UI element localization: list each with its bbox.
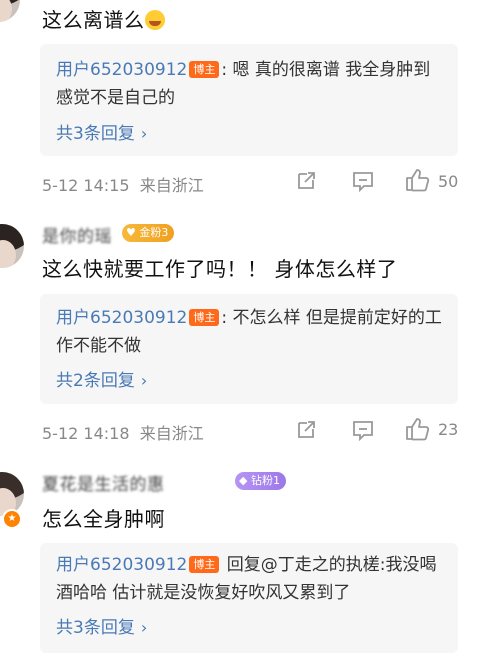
verified-badge-icon: ★ (2, 509, 22, 529)
reply-username[interactable]: 用户652030912 (56, 60, 187, 80)
fan-badge-label: 钻粉1 (250, 474, 280, 487)
comment-date: 5-12 14:15 (42, 176, 130, 195)
comment-text: 这么离谱么 (42, 4, 165, 33)
like-count: 50 (438, 172, 459, 191)
fan-badge: ◆ 钻粉1 (235, 472, 286, 490)
reply-username[interactable]: 用户652030912 (56, 308, 187, 328)
chevron-right-icon: › (140, 618, 148, 637)
view-replies-link[interactable]: 共3条回复 › (56, 613, 147, 638)
avatar[interactable] (0, 0, 20, 22)
reply-box[interactable]: 用户652030912 博主 回复@丁走之的执槎:我没喝酒哈哈 估计就是没恢复好吹… (40, 543, 458, 653)
blogger-tag: 博主 (189, 309, 220, 326)
reply-text: 用户652030912 博主: 不怎么样 但是提前定好的工作不能不做 (56, 304, 446, 360)
share-icon[interactable] (295, 170, 317, 192)
reply-box[interactable]: 用户652030912 博主: 不怎么样 但是提前定好的工作不能不做 共2条回复 › (40, 294, 458, 404)
commenter-name[interactable]: 夏花是生活的惠 (42, 470, 165, 495)
heart-icon: ♥ (126, 226, 136, 239)
reply-text: 用户652030912 博主 回复@丁走之的执槎:我没喝酒哈哈 估计就是没恢复好吹… (56, 551, 446, 607)
share-icon[interactable] (295, 419, 317, 441)
comment-icon[interactable] (351, 170, 375, 192)
fan-badge: ♥ 金粉3 (122, 224, 175, 242)
blogger-tag: 博主 (189, 61, 220, 78)
thumbs-up-icon[interactable] (404, 417, 430, 441)
comment-meta: 5-12 14:18 来自浙江 (42, 420, 204, 444)
reply-text: 用户652030912 博主: 嗯 真的很离谱 我全身肿到感觉不是自己的 (56, 56, 446, 112)
laughing-tears-emoji-icon (144, 10, 165, 30)
comment-location: 来自浙江 (139, 424, 204, 443)
like-count: 23 (438, 420, 459, 439)
chevron-right-icon: › (140, 371, 148, 390)
comment-date: 5-12 14:18 (42, 424, 130, 443)
view-replies-link[interactable]: 共2条回复 › (56, 366, 147, 391)
fan-badge-label: 金粉3 (139, 226, 169, 239)
view-replies-link[interactable]: 共3条回复 › (56, 119, 147, 144)
diamond-icon: ◆ (239, 474, 248, 487)
comment-text: 这么快就要工作了吗！！ 身体怎么样了 (42, 257, 398, 281)
comment-meta: 5-12 14:15 来自浙江 (42, 172, 204, 196)
comment-icon[interactable] (351, 419, 375, 441)
chevron-right-icon: › (140, 124, 148, 143)
blogger-tag: 博主 (189, 556, 220, 573)
comment-location: 来自浙江 (139, 176, 204, 195)
avatar[interactable] (0, 224, 24, 268)
reply-box[interactable]: 用户652030912 博主: 嗯 真的很离谱 我全身肿到感觉不是自己的 共3条回… (40, 44, 458, 156)
comment-text: 怎么全身肿啊 (42, 507, 165, 531)
commenter-name[interactable]: 是你的瑶 (42, 222, 112, 247)
thumbs-up-icon[interactable] (404, 168, 430, 192)
reply-username[interactable]: 用户652030912 (56, 555, 187, 575)
